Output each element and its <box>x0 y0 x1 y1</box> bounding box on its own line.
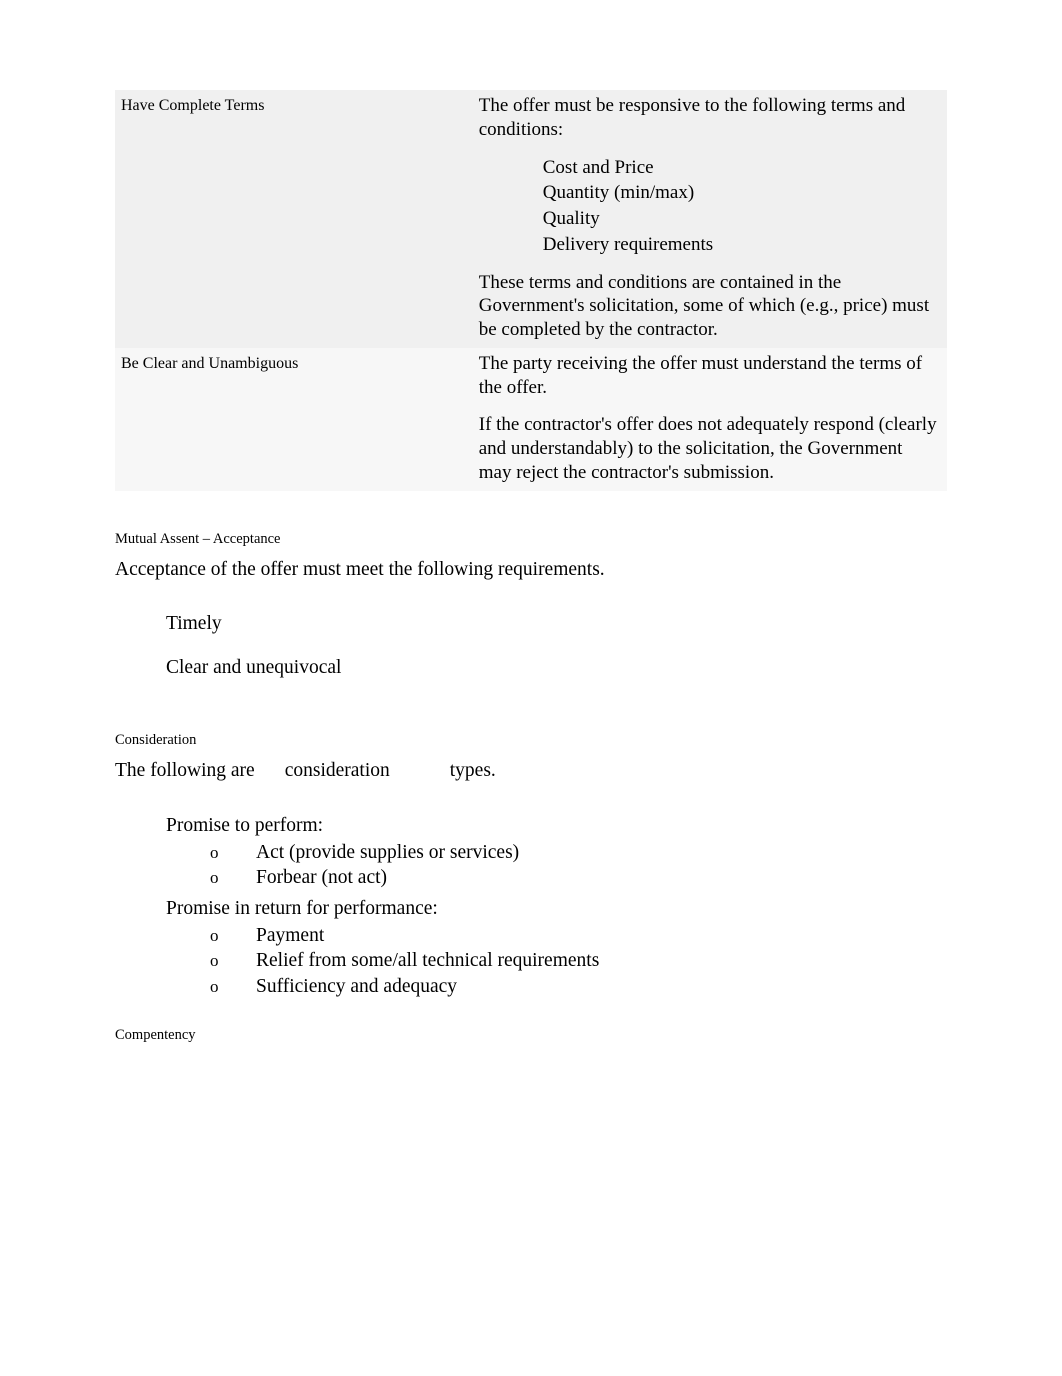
list-item: oAct (provide supplies or services) <box>210 840 947 865</box>
list-item: oRelief from some/all technical requirem… <box>210 948 947 973</box>
list-item: oSufficiency and adequacy <box>210 974 947 999</box>
offer-requirements-table: Have Complete Terms The offer must be re… <box>115 90 947 491</box>
sub-bullet-icon: o <box>210 950 256 972</box>
sub-bullet-icon: o <box>210 842 256 864</box>
list-item: oForbear (not act) <box>210 865 947 890</box>
sub-list: oAct (provide supplies or services) oFor… <box>210 840 947 891</box>
offer-intro-text: The offer must be responsive to the foll… <box>479 94 937 142</box>
terms-list: Cost and Price Quantity (min/max) Qualit… <box>479 156 937 257</box>
assent-list: Timely Clear and unequivocal <box>120 610 947 683</box>
sub-bullet-icon: o <box>210 925 256 947</box>
section-heading-assent: Mutual Assent – Acceptance <box>115 531 947 548</box>
sub-item-text: Relief from some/all technical requireme… <box>256 950 599 971</box>
sub-list: oPayment oRelief from some/all technical… <box>210 923 947 999</box>
sub-item-text: Sufficiency and adequacy <box>256 976 457 997</box>
consideration-item-label: Promise to perform: <box>166 815 323 836</box>
consideration-intro-mid: consideration <box>285 760 390 781</box>
term-text: Cost and Price <box>543 157 654 178</box>
sub-item-text: Forbear (not act) <box>256 867 387 888</box>
assent-intro: Acceptance of the offer must meet the fo… <box>115 558 947 582</box>
assent-item-text: Clear and unequivocal <box>166 657 341 678</box>
list-item: Quantity (min/max) <box>509 181 937 205</box>
table-cell-left: Have Complete Terms <box>115 90 473 348</box>
sub-item-text: Act (provide supplies or services) <box>256 842 519 863</box>
list-item: Cost and Price <box>509 156 937 180</box>
sub-bullet-icon: o <box>210 867 256 889</box>
consideration-intro: The following are consideration types. <box>115 759 947 783</box>
clear-p1: The party receiving the offer must under… <box>479 352 937 400</box>
term-text: Quantity (min/max) <box>543 182 694 203</box>
sub-item-text: Payment <box>256 925 324 946</box>
table-cell-right: The offer must be responsive to the foll… <box>473 90 947 348</box>
table-row: Have Complete Terms The offer must be re… <box>115 90 947 348</box>
consideration-intro-pre: The following are <box>115 760 255 781</box>
section-heading-consideration: Consideration <box>115 732 947 749</box>
list-item: Timely <box>120 610 947 638</box>
sub-bullet-icon: o <box>210 976 256 998</box>
table-row: Be Clear and Unambiguous The party recei… <box>115 348 947 491</box>
list-item: Delivery requirements <box>509 233 937 257</box>
term-text: Quality <box>543 208 600 229</box>
term-text: Delivery requirements <box>543 234 713 255</box>
list-item: oPayment <box>210 923 947 948</box>
list-item: Promise to perform: oAct (provide suppli… <box>120 812 947 891</box>
table-cell-right: The party receiving the offer must under… <box>473 348 947 491</box>
list-item: Promise in return for performance: oPaym… <box>120 895 947 999</box>
list-item: Clear and unequivocal <box>120 654 947 682</box>
table-cell-left: Be Clear and Unambiguous <box>115 348 473 491</box>
consideration-intro-post: types. <box>450 760 496 781</box>
assent-item-text: Timely <box>166 613 222 634</box>
list-item: Quality <box>509 207 937 231</box>
clear-p2: If the contractor's offer does not adequ… <box>479 413 937 484</box>
document-page: Have Complete Terms The offer must be re… <box>0 0 1062 1174</box>
section-heading-competency: Compentency <box>115 1027 947 1044</box>
consideration-list: Promise to perform: oAct (provide suppli… <box>120 812 947 999</box>
offer-outro-text: These terms and conditions are contained… <box>479 271 937 342</box>
consideration-item-label: Promise in return for performance: <box>166 898 438 919</box>
